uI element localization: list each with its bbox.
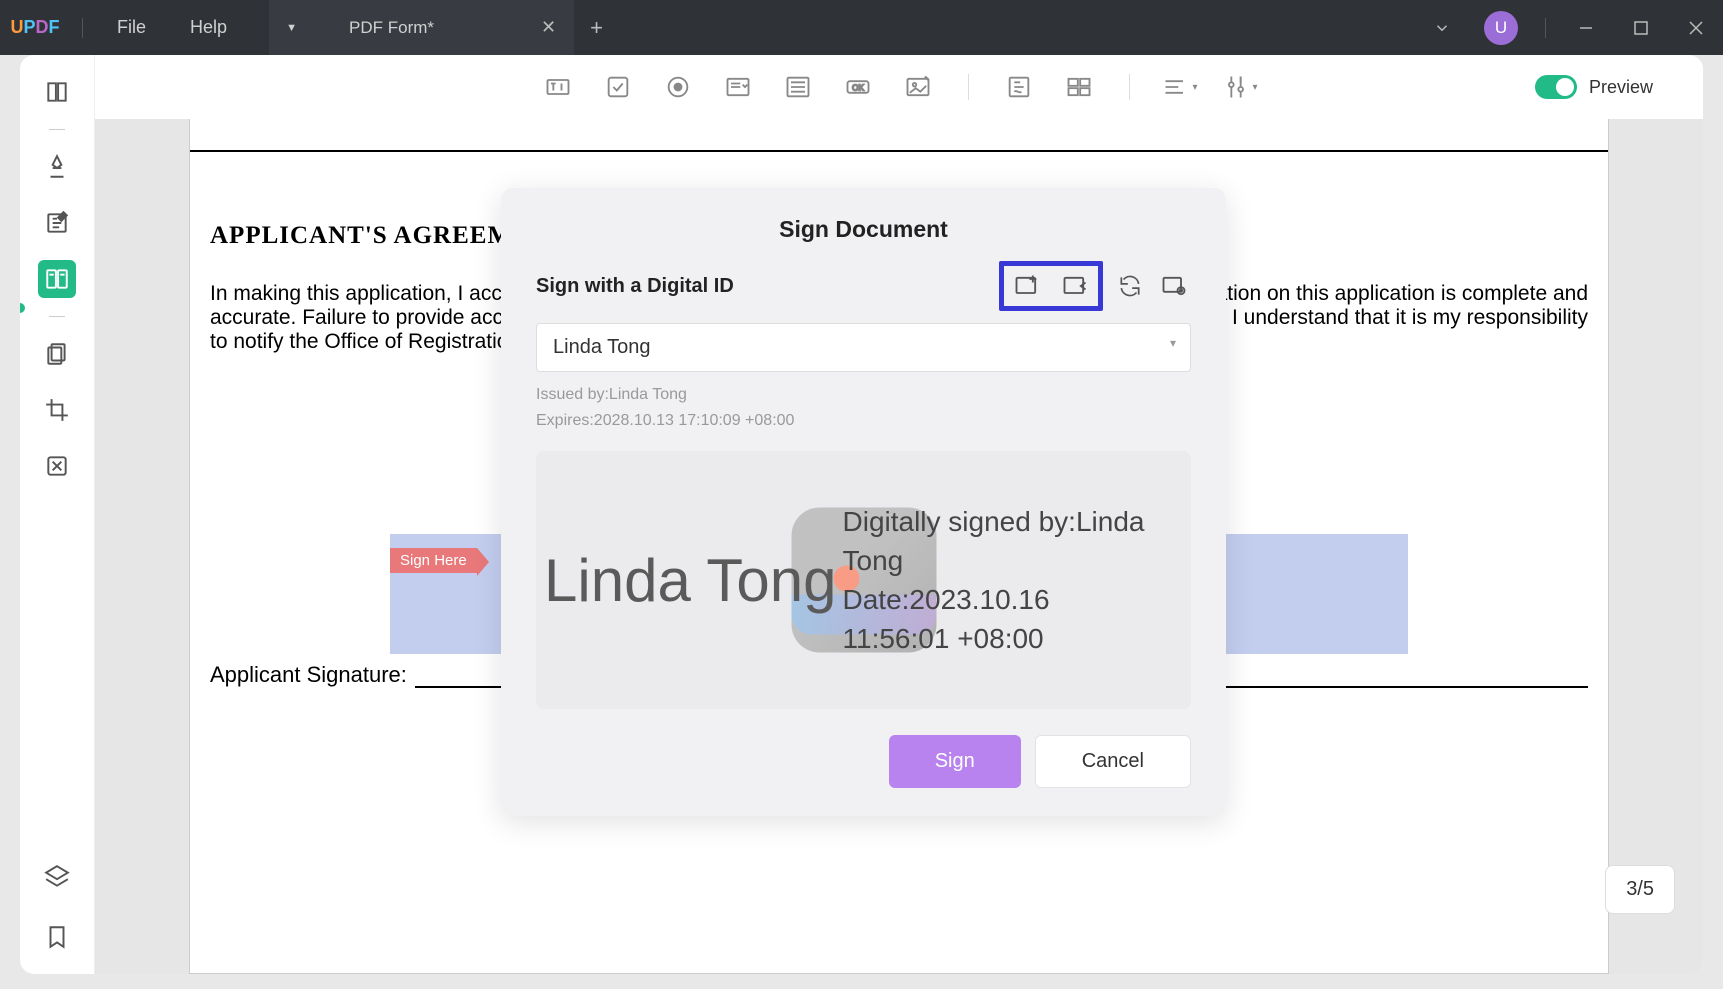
annotate-icon[interactable] bbox=[38, 148, 76, 186]
menu-help[interactable]: Help bbox=[168, 17, 249, 38]
sign-document-dialog: Sign Document Sign with a Digital ID Lin… bbox=[501, 188, 1226, 816]
divider bbox=[49, 316, 65, 317]
signature-tool-icon[interactable] bbox=[1001, 69, 1037, 105]
close-icon[interactable]: ✕ bbox=[541, 17, 556, 38]
view-details-icon[interactable] bbox=[1157, 269, 1191, 303]
chevron-down-icon[interactable] bbox=[1414, 0, 1469, 55]
checkbox-tool-icon[interactable] bbox=[600, 69, 636, 105]
divider bbox=[190, 150, 1608, 152]
import-id-icon[interactable] bbox=[1058, 269, 1092, 303]
organize-pages-icon[interactable] bbox=[38, 335, 76, 373]
bookmark-icon[interactable] bbox=[38, 918, 76, 956]
sign-here-tag: Sign Here bbox=[390, 548, 477, 573]
id-metadata: Issued by:Linda Tong Expires:2028.10.13 … bbox=[536, 382, 1191, 433]
page-indicator[interactable]: 3/5 bbox=[1605, 865, 1675, 914]
create-id-icon[interactable] bbox=[1010, 269, 1044, 303]
cancel-button[interactable]: Cancel bbox=[1035, 735, 1191, 788]
align-tool-icon[interactable]: ▾ bbox=[1162, 69, 1198, 105]
dialog-title: Sign Document bbox=[536, 216, 1191, 243]
menu-file[interactable]: File bbox=[95, 17, 168, 38]
listbox-tool-icon[interactable] bbox=[780, 69, 816, 105]
form-mode-icon[interactable] bbox=[38, 260, 76, 298]
image-field-tool-icon[interactable] bbox=[900, 69, 936, 105]
divider bbox=[968, 74, 969, 100]
app-logo: UPDF bbox=[0, 17, 70, 38]
signature-preview: Linda Tong Digitally signed by:Linda Ton… bbox=[536, 451, 1191, 709]
divider bbox=[49, 129, 65, 130]
radio-tool-icon[interactable] bbox=[660, 69, 696, 105]
sign-button[interactable]: Sign bbox=[889, 735, 1021, 788]
dialog-subtitle: Sign with a Digital ID bbox=[536, 275, 734, 298]
maximize-button[interactable] bbox=[1613, 0, 1668, 55]
divider bbox=[1129, 74, 1130, 100]
tab-list-dropdown[interactable]: ▼ bbox=[269, 0, 314, 55]
preview-label: Preview bbox=[1589, 77, 1653, 98]
tab-label: PDF Form* bbox=[349, 18, 434, 38]
signature-details: Digitally signed by:Linda Tong Date:2023… bbox=[837, 502, 1145, 659]
signature-label-left: Applicant Signature: bbox=[210, 662, 407, 688]
redact-icon[interactable] bbox=[38, 447, 76, 485]
minimize-button[interactable] bbox=[1558, 0, 1613, 55]
text-field-tool-icon[interactable] bbox=[540, 69, 576, 105]
refresh-icon[interactable] bbox=[1113, 269, 1147, 303]
tab-pdf-form[interactable]: PDF Form* ✕ bbox=[314, 0, 574, 55]
barcode-tool-icon[interactable] bbox=[1061, 69, 1097, 105]
titlebar: UPDF File Help ▼ PDF Form* ✕ + U bbox=[0, 0, 1723, 55]
dropdown-tool-icon[interactable] bbox=[720, 69, 756, 105]
toolbar: OK ▾ ▾ Preview bbox=[95, 55, 1703, 119]
divider bbox=[1545, 18, 1546, 38]
close-button[interactable] bbox=[1668, 0, 1723, 55]
signature-name: Linda Tong bbox=[544, 546, 837, 615]
crop-icon[interactable] bbox=[38, 391, 76, 429]
tab-add-button[interactable]: + bbox=[574, 0, 619, 55]
digital-id-select[interactable]: Linda Tong bbox=[536, 323, 1191, 372]
layers-icon[interactable] bbox=[38, 858, 76, 896]
button-tool-icon[interactable]: OK bbox=[840, 69, 876, 105]
highlighted-id-actions bbox=[999, 261, 1103, 311]
svg-text:OK: OK bbox=[852, 84, 864, 93]
avatar[interactable]: U bbox=[1484, 11, 1518, 45]
preview-toggle[interactable] bbox=[1535, 75, 1577, 99]
divider bbox=[82, 18, 83, 38]
edit-text-icon[interactable] bbox=[38, 204, 76, 242]
form-tools-icon[interactable]: ▾ bbox=[1222, 69, 1258, 105]
left-sidebar bbox=[20, 55, 95, 974]
reader-mode-icon[interactable] bbox=[38, 73, 76, 111]
